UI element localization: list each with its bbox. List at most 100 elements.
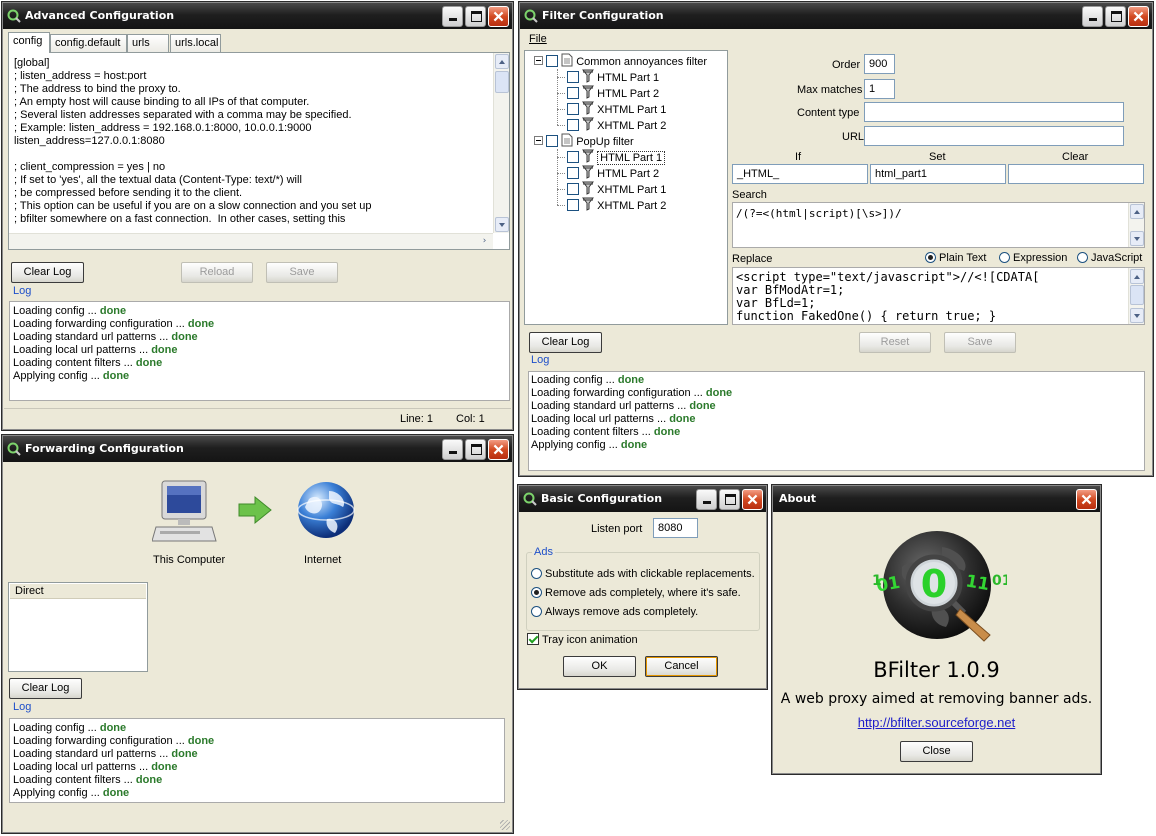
tree-checkbox[interactable] [567,199,579,211]
replace-mode-expression[interactable]: Expression [999,252,1067,264]
order-field[interactable]: 900 [864,54,895,74]
tree-item[interactable]: XHTML Part 1 [567,101,666,117]
clear-log-button[interactable]: Clear Log [529,332,602,353]
replace-scrollbar[interactable] [1128,268,1144,324]
tree-item[interactable]: XHTML Part 2 [567,197,666,213]
titlebar[interactable]: About [773,486,1100,512]
tab-config-default[interactable]: config.default [50,34,127,52]
maximize-button[interactable] [465,6,486,27]
maximize-button[interactable] [1105,6,1126,27]
tree-item[interactable]: HTML Part 2 [567,165,659,181]
scroll-right-arrow[interactable]: › [477,235,492,248]
radio-javascript[interactable] [1077,252,1088,263]
tree-checkbox[interactable] [546,55,559,67]
tree-checkbox[interactable] [567,71,579,83]
tree-item[interactable]: XHTML Part 1 [567,181,666,197]
scroll-up-arrow[interactable] [1130,204,1144,219]
scroll-thumb[interactable] [1130,285,1144,305]
max-matches-field[interactable]: 1 [864,79,895,99]
close-dialog-button[interactable]: Close [900,741,973,762]
tab-urls-local[interactable]: urls.local [170,34,221,52]
radio-remove-safe[interactable] [531,587,542,598]
tree-group[interactable]: Common annoyances filter [534,53,707,69]
scroll-up-arrow[interactable] [1130,269,1144,284]
url-field[interactable] [864,126,1124,146]
list-item[interactable]: Direct [10,584,146,599]
maximize-button[interactable] [719,489,740,510]
listen-port-field[interactable]: 8080 [653,518,698,538]
replace-field[interactable]: <script type="text/javascript">//<![CDAT… [732,267,1145,325]
radio-plain-text[interactable] [925,252,936,263]
close-button[interactable] [1128,6,1149,27]
tab-config[interactable]: config [8,32,50,53]
tree-checkbox[interactable] [567,151,579,163]
filter-tree[interactable]: Common annoyances filter HTML Part 1 HTM… [524,50,728,325]
close-button[interactable] [742,489,763,510]
tree-group[interactable]: PopUp filter [534,133,634,149]
tree-checkbox[interactable] [567,103,579,115]
tab-urls[interactable]: urls [127,34,169,52]
cancel-button[interactable]: Cancel [645,656,718,677]
content-type-field[interactable] [864,102,1124,122]
titlebar[interactable]: Forwarding Configuration [3,436,512,462]
close-button[interactable] [488,439,509,460]
tree-checkbox[interactable] [567,87,579,99]
replace-mode-plain[interactable]: Plain Text [925,252,987,264]
clear-log-button[interactable]: Clear Log [9,678,82,699]
ad-option-substitute[interactable]: Substitute ads with clickable replacemen… [531,568,755,580]
replace-mode-javascript[interactable]: JavaScript [1077,252,1142,264]
tree-checkbox[interactable] [567,183,579,195]
tree-checkbox[interactable] [567,119,579,131]
if-field[interactable]: _HTML_ [732,164,868,184]
ok-button[interactable]: OK [563,656,636,677]
scroll-down-arrow[interactable] [1130,231,1144,246]
tree-checkbox[interactable] [546,135,559,147]
clear-field[interactable] [1008,164,1144,184]
titlebar[interactable]: Filter Configuration [520,3,1152,29]
search-text[interactable]: /(?=<(html|script)[\s>])/ [736,207,902,220]
minimize-button[interactable] [696,489,717,510]
tree-checkbox[interactable] [567,167,579,179]
scroll-down-arrow[interactable] [1130,308,1144,323]
close-button[interactable] [1076,489,1097,510]
save-button[interactable]: Save [944,332,1016,353]
resize-grip[interactable] [500,820,510,830]
replace-text[interactable]: <script type="text/javascript">//<![CDAT… [736,271,1039,323]
menu-file[interactable]: File [529,33,547,45]
clear-log-button[interactable]: Clear Log [11,262,84,283]
radio-expression[interactable] [999,252,1010,263]
scroll-up-arrow[interactable] [495,54,509,69]
tree-item[interactable]: HTML Part 1 [567,69,659,85]
radio-always-remove[interactable] [531,606,542,617]
collapse-toggle-icon[interactable] [534,136,543,145]
titlebar[interactable]: Basic Configuration [519,486,766,512]
ad-option-always-remove[interactable]: Always remove ads completely. [531,606,698,618]
config-text[interactable]: [global]; listen_address = host:port; Th… [14,57,372,226]
radio-substitute[interactable] [531,568,542,579]
set-field[interactable]: html_part1 [870,164,1006,184]
scroll-thumb[interactable] [495,71,509,93]
search-scrollbar[interactable] [1128,203,1144,247]
tray-animation-checkbox[interactable] [527,633,539,645]
minimize-button[interactable] [442,6,463,27]
save-button[interactable]: Save [266,262,338,283]
tree-item[interactable]: HTML Part 1 [567,149,666,165]
minimize-button[interactable] [442,439,463,460]
tray-animation-option[interactable]: Tray icon animation [527,633,638,646]
search-field[interactable]: /(?=<(html|script)[\s>])/ [732,202,1145,248]
collapse-toggle-icon[interactable] [534,56,543,65]
reset-button[interactable]: Reset [859,332,931,353]
maximize-button[interactable] [465,439,486,460]
ad-option-remove-safe[interactable]: Remove ads completely, where it's safe. [531,587,741,599]
forwarding-list[interactable]: Direct [8,582,148,672]
titlebar[interactable]: Advanced Configuration [3,3,512,29]
tree-item[interactable]: XHTML Part 2 [567,117,666,133]
reload-button[interactable]: Reload [181,262,253,283]
minimize-button[interactable] [1082,6,1103,27]
config-vertical-scrollbar[interactable] [493,53,509,233]
close-button[interactable] [488,6,509,27]
config-editor[interactable]: [global]; listen_address = host:port; Th… [8,52,510,250]
scroll-down-arrow[interactable] [495,217,509,232]
config-horizontal-scrollbar[interactable]: › [9,233,493,249]
website-link[interactable]: http://bfilter.sourceforge.net [772,715,1101,730]
